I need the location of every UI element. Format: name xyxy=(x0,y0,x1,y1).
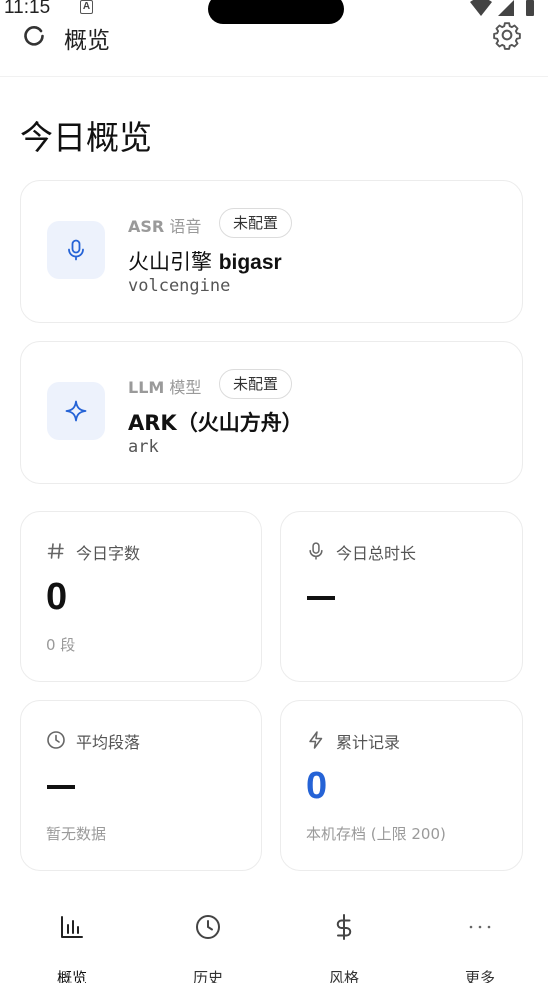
total-records-label: 累计记录 xyxy=(336,733,401,752)
llm-engine-code: ark xyxy=(128,437,159,457)
clock-icon xyxy=(196,915,220,939)
avg-paragraph-card: 平均段落 — 暂无数据 xyxy=(20,700,262,871)
avg-paragraph-label: 平均段落 xyxy=(76,733,141,752)
refresh-button[interactable] xyxy=(20,22,48,50)
nav-label-style: 风格 xyxy=(328,969,359,983)
bar-chart-icon xyxy=(61,916,83,938)
avg-paragraph-sub: 暂无数据 xyxy=(46,825,107,843)
asr-engine-code: volcengine xyxy=(128,276,231,296)
asr-engine-card[interactable]: ASR 语音 未配置 火山引擎 bigasr volcengine xyxy=(20,180,523,323)
clock-icon xyxy=(47,731,65,749)
nav-item-style[interactable]: 风格 xyxy=(294,913,394,983)
asr-icon-box xyxy=(47,221,105,279)
more-dots-icon xyxy=(469,925,491,929)
lightning-icon xyxy=(309,731,323,749)
refresh-icon xyxy=(24,26,44,46)
today-chars-card: 今日字数 0 0 段 xyxy=(20,511,262,682)
today-duration-value: — xyxy=(307,596,335,600)
app-bar: 概览 xyxy=(0,14,548,58)
bottom-nav: 概览 历史 风格 更多 xyxy=(0,895,548,983)
hash-icon xyxy=(47,543,64,559)
asr-kind-label: ASR 语音 xyxy=(128,217,202,236)
dollar-icon xyxy=(336,914,352,940)
nav-item-history[interactable]: 历史 xyxy=(158,913,258,983)
microphone-icon xyxy=(68,239,84,261)
llm-engine-card[interactable]: LLM 模型 未配置 ARK（火山方舟） ark xyxy=(20,341,523,484)
nav-label-overview: 概览 xyxy=(56,969,87,983)
sparkle-icon xyxy=(65,400,87,422)
settings-button[interactable] xyxy=(492,20,522,50)
today-duration-label: 今日总时长 xyxy=(336,544,417,563)
today-duration-card: 今日总时长 — xyxy=(280,511,523,682)
asr-engine-name: 火山引擎 bigasr xyxy=(128,250,282,274)
llm-engine-name: ARK（火山方舟） xyxy=(128,411,303,435)
today-chars-label: 今日字数 xyxy=(76,544,141,563)
app-bar-title: 概览 xyxy=(64,28,110,54)
llm-status-badge: 未配置 xyxy=(219,369,293,399)
avg-paragraph-value: — xyxy=(47,785,75,789)
total-records-value: 0 xyxy=(306,765,328,807)
page-title: 今日概览 xyxy=(20,118,152,157)
total-records-card: 累计记录 0 本机存档 (上限 200) xyxy=(280,700,523,871)
microphone-icon xyxy=(309,542,323,560)
today-chars-sub: 0 段 xyxy=(46,636,76,654)
total-records-sub: 本机存档 (上限 200) xyxy=(306,825,446,843)
nav-label-history: 历史 xyxy=(192,969,223,983)
nav-item-overview[interactable]: 概览 xyxy=(22,913,122,983)
llm-icon-box xyxy=(47,382,105,440)
gear-icon xyxy=(493,22,521,50)
llm-kind-label: LLM 模型 xyxy=(128,378,202,397)
nav-item-more[interactable]: 更多 xyxy=(430,913,530,983)
today-chars-value: 0 xyxy=(46,576,68,618)
notification-icon: A xyxy=(80,0,93,14)
nav-label-more: 更多 xyxy=(464,969,495,983)
asr-status-badge: 未配置 xyxy=(219,208,293,238)
app-bar-divider xyxy=(0,76,548,77)
